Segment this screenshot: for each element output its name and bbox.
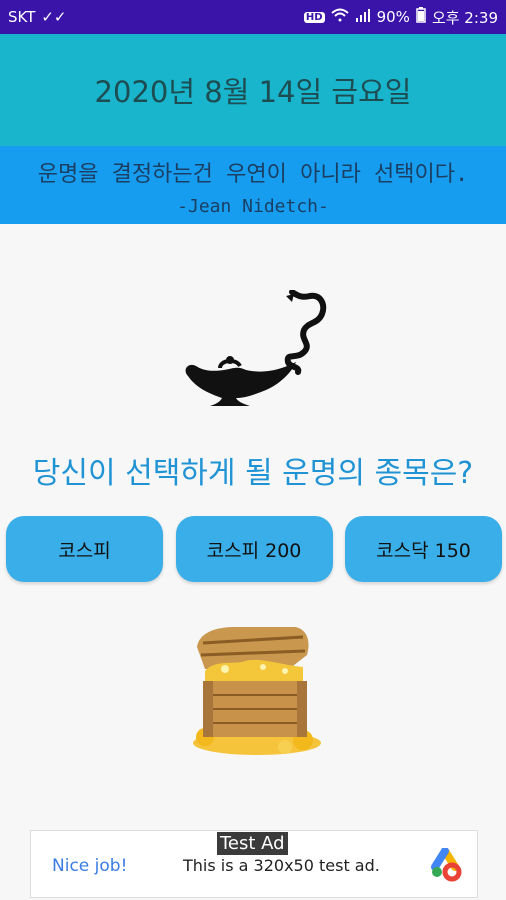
question-title: 당신이 선택하게 될 운명의 종목은? (32, 456, 474, 491)
lamp-icon (180, 289, 330, 415)
carrier-label: SKT (8, 8, 36, 26)
status-bar: SKT ✓✓ HD 90% 오후 2:39 (0, 0, 506, 34)
treasure-chest-icon (185, 625, 325, 765)
clock: 오후 2:39 (431, 8, 498, 27)
quote-banner: 운명을 결정하는건 우연이 아니라 선택이다. -Jean Nidetch- (0, 146, 506, 224)
battery-icon (416, 7, 426, 27)
notification-icon: ✓✓ (41, 8, 67, 26)
ad-test-label: Test Ad (217, 832, 288, 855)
ad-nice-text[interactable]: Nice job! (52, 856, 127, 876)
date-header: 2020년 8월 14일 금요일 (0, 34, 506, 146)
battery-percent: 90% (376, 8, 410, 26)
hd-voice-badge: HD (303, 11, 325, 23)
date-text: 2020년 8월 14일 금요일 (94, 75, 412, 109)
wifi-icon (330, 8, 349, 26)
kospi-button[interactable]: 코스피 (6, 516, 163, 582)
choice-buttons: 코스피 코스피 200 코스닥 150 (6, 516, 502, 582)
kospi-200-button[interactable]: 코스피 200 (175, 516, 333, 582)
ad-logo-icon[interactable] (428, 847, 462, 882)
quote-text: 운명을 결정하는건 우연이 아니라 선택이다. (37, 162, 469, 187)
quote-author: -Jean Nidetch- (177, 196, 329, 217)
status-left: SKT ✓✓ (8, 8, 67, 26)
kosdaq-150-button[interactable]: 코스닥 150 (345, 516, 502, 582)
ad-description[interactable]: This is a 320x50 test ad. (183, 856, 380, 875)
signal-icon (355, 8, 371, 26)
status-right: HD 90% 오후 2:39 (303, 7, 498, 28)
